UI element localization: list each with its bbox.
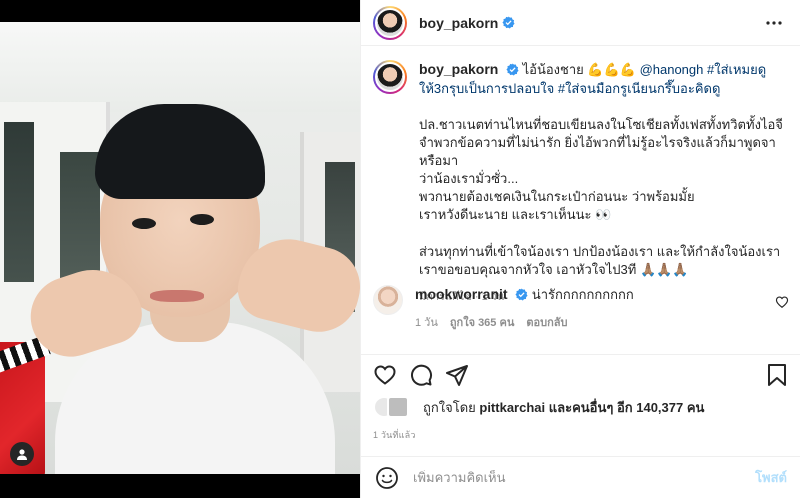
hashtag-link[interactable]: #ใส่จนมือกรูเนียนกรึ๊บอะคิดดู <box>558 81 721 96</box>
verified-badge-icon <box>515 288 528 301</box>
caption-text: boy_pakorn ไอ้น้องชาย 💪💪💪 @hanongh #ใส่เ… <box>419 60 789 306</box>
caption-text-line: จำพวกข้อความที่ไม่น่ารัก ยิ่งไอ้พวกที่ไม… <box>419 135 776 168</box>
post-timestamp[interactable]: 1 วันที่แล้ว <box>373 428 416 442</box>
story-ring[interactable] <box>373 5 407 40</box>
add-comment-bar: โพสต์ <box>361 456 800 498</box>
like-button[interactable] <box>373 363 397 387</box>
speech-bubble-icon <box>411 364 433 386</box>
post-photo[interactable] <box>0 22 360 474</box>
comment-button[interactable] <box>409 363 433 387</box>
likes-prefix: ถูกใจโดย <box>423 399 476 415</box>
post-sidebar: boy_pakorn boy_pakorn ไอ้น้องชาย 💪💪💪 @ha… <box>360 0 800 498</box>
comment-text: น่ารักกกกกกกกกก <box>531 287 634 302</box>
liker-username[interactable]: pittkarchai <box>479 400 545 415</box>
paper-plane-icon <box>446 364 468 386</box>
eyes-emoji: 👀 <box>595 208 612 223</box>
post-comment-button[interactable]: โพสต์ <box>755 467 787 488</box>
bookmark-icon <box>768 363 786 386</box>
avatar <box>375 7 405 38</box>
comment-input[interactable] <box>413 470 756 485</box>
post-header: boy_pakorn <box>361 0 800 46</box>
caption-line1: ไอ้น้องชาย <box>522 62 584 77</box>
post-actions <box>361 354 800 394</box>
likes-count[interactable]: และคนอื่นๆ อีก 140,377 คน <box>549 400 705 415</box>
caption-text-line: เราหวังดีนะนาย และเราเห็นนะ <box>419 207 592 222</box>
share-button[interactable] <box>445 363 469 387</box>
comment-username[interactable]: mookworranit <box>415 286 508 302</box>
caption-text-line: ว่าน้องเรามั่วซั่ว... <box>419 171 519 186</box>
liker-avatars[interactable] <box>373 396 419 418</box>
comment-item: mookworranit น่ารักกกกกกกกกก 1 วัน ถูกใจ… <box>373 285 789 332</box>
reply-button[interactable]: ตอบกลับ <box>526 314 567 332</box>
emoji-smile-icon[interactable] <box>375 466 399 490</box>
mention-link[interactable]: @hanongh <box>640 62 704 77</box>
likes-summary: ถูกใจโดย pittkarchai และคนอื่นๆ อีก 140,… <box>373 396 793 418</box>
hashtag-link[interactable]: #ใส่เหมยดู <box>707 62 766 77</box>
caption-text-line: เราขอขอบคุณจากหัวใจ เอาหัวใจไป3ที <box>419 262 637 277</box>
post-username[interactable]: boy_pakorn <box>419 15 498 31</box>
caption-line2: ให้3กรุบเป็นการปลอบใจ <box>419 81 555 96</box>
verified-badge-icon <box>506 63 519 76</box>
caption-text-line: ปล.ชาวเนตท่านไหนที่ชอบเขียนลงในโซเชียลทั… <box>419 117 783 132</box>
photo-pane <box>0 0 360 498</box>
save-button[interactable] <box>765 363 789 387</box>
more-options-button[interactable] <box>762 11 786 35</box>
caption-text-line: พวกนายต้องเชคเงินในกระเป๋าก่อนนะ ว่าพร้อ… <box>419 189 695 204</box>
heart-icon <box>374 364 396 385</box>
ellipsis-icon <box>766 20 782 25</box>
comment-likes[interactable]: ถูกใจ 365 คน <box>450 314 514 332</box>
caption-avatar[interactable] <box>373 60 407 94</box>
folded-hands-emoji: 🙏🏽🙏🏽🙏🏽 <box>639 263 689 278</box>
tagged-users-button[interactable] <box>10 442 34 466</box>
flexed-biceps-emoji: 💪💪💪 <box>587 63 636 78</box>
liker-avatar <box>387 396 409 418</box>
comment-like-heart-icon[interactable] <box>775 295 789 309</box>
user-icon <box>17 449 27 460</box>
caption-username[interactable]: boy_pakorn <box>419 61 498 77</box>
caption-text-line: ส่วนทุกท่านที่เข้าใจน้องเรา ปกป้องน้องเร… <box>419 244 781 259</box>
comment-avatar[interactable] <box>373 285 403 315</box>
comment-age[interactable]: 1 วัน <box>415 314 438 332</box>
verified-badge-icon <box>502 16 515 29</box>
instagram-post-modal: boy_pakorn boy_pakorn ไอ้น้องชาย 💪💪💪 @ha… <box>0 0 800 498</box>
